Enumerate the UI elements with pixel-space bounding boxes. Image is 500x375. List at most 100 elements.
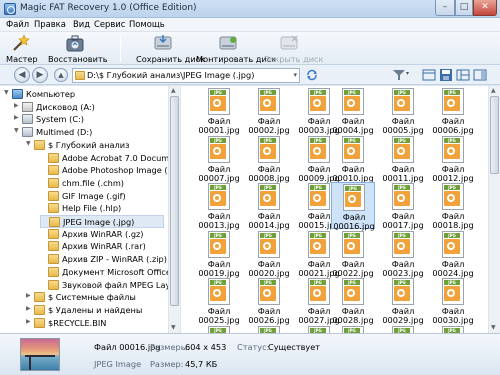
forward-button[interactable]: ▶ [32, 67, 48, 83]
file-item[interactable]: JPG [197, 325, 241, 333]
view-list-icon[interactable] [422, 68, 436, 82]
file-item[interactable]: JPG Файл 00006.jpg [431, 87, 475, 135]
file-item[interactable]: JPG Файл 00028.jpg [331, 277, 375, 325]
tree-item[interactable]: Архив WinRAR (.gz) [40, 228, 164, 241]
file-item[interactable]: JPG Файл 00029.jpg [381, 277, 425, 325]
menu-service[interactable]: Сервис [94, 19, 125, 29]
wizard-button[interactable]: Мастер [4, 34, 38, 64]
file-item[interactable]: JPG Файл 00001.jpg [197, 87, 241, 135]
tree-item[interactable]: Документ Microsoft Office Wo [40, 266, 179, 279]
restore-button[interactable]: Восстановить [46, 34, 108, 64]
file-item[interactable]: JPG Файл 00014.jpg [247, 182, 291, 230]
tree-item[interactable]: chm.file (.chm) [40, 177, 164, 190]
wizard-label: Мастер [6, 54, 38, 64]
menu-file[interactable]: Файл [6, 19, 29, 29]
file-grid: JPG Файл 00001.jpg JPG Файл 00002.jpg JPG Файл 0… [181, 86, 488, 333]
folder-icon [34, 139, 45, 150]
file-item[interactable]: JPG Файл 00022.jpg [331, 230, 375, 277]
file-name: Файл 00026.jpg [248, 306, 290, 325]
up-button[interactable]: ▲ [54, 68, 68, 82]
back-button[interactable]: ◀ [14, 67, 30, 83]
expand-icon[interactable]: ▶ [14, 102, 19, 109]
file-item[interactable]: JPG Файл 00007.jpg [197, 135, 241, 182]
file-item[interactable]: JPG Файл 00023.jpg [381, 230, 425, 277]
file-item[interactable]: JPG Файл 00016.jpg [331, 182, 375, 231]
tree-item[interactable]: Help File (.hlp) [40, 202, 164, 215]
file-item[interactable]: JPG [247, 325, 291, 333]
toolbar: Мастер Восстановить Сохранить диск Монти… [0, 32, 500, 65]
tree-item[interactable]: ▼ Multimed (D:) [14, 126, 164, 139]
close-button[interactable]: ✕ [473, 0, 497, 16]
file-item[interactable]: JPG Файл 00024.jpg [431, 230, 475, 277]
expand-icon[interactable]: ▶ [14, 114, 19, 121]
chevron-down-icon[interactable]: ▾ [406, 70, 409, 77]
collapse-icon[interactable]: ▼ [14, 127, 19, 134]
file-item[interactable]: JPG Файл 00030.jpg [431, 277, 475, 325]
tree-item-label: Компьютер [26, 89, 76, 99]
folder-icon [48, 177, 59, 188]
file-item[interactable]: JPG [331, 325, 375, 333]
file-name: Файл 00017.jpg [382, 211, 424, 230]
tree-item[interactable]: Adobe Photoshop Image (.psd) [40, 164, 179, 177]
file-item[interactable]: JPG Файл 00012.jpg [431, 135, 475, 182]
file-item[interactable]: JPG Файл 00026.jpg [247, 277, 291, 325]
file-item[interactable]: JPG Файл 00013.jpg [197, 182, 241, 230]
menu-view[interactable]: Вид [73, 19, 90, 29]
tree-item[interactable]: ▶ $RECYCLE.BIN [26, 317, 164, 330]
collapse-icon[interactable]: ▼ [26, 140, 31, 147]
menu-edit[interactable]: Правка [34, 19, 66, 29]
file-item[interactable]: JPG Файл 00020.jpg [247, 230, 291, 277]
save-disk-button[interactable]: Сохранить диск [136, 34, 205, 64]
save-icon[interactable] [439, 68, 453, 82]
close-disk-button[interactable]: Закрыть диск [264, 34, 324, 64]
tree-item[interactable]: ▼ Компьютер [4, 88, 164, 101]
tree-item[interactable]: Архив WinRAR (.rar) [40, 240, 164, 253]
file-item[interactable]: JPG Файл 00002.jpg [247, 87, 291, 135]
tree-item[interactable]: JPEG Image (.jpg) [40, 215, 164, 228]
expand-icon[interactable]: ▶ [26, 305, 31, 312]
file-scrollbar[interactable]: ▲ ▼ [488, 86, 500, 333]
file-item[interactable]: JPG [381, 325, 425, 333]
file-item[interactable]: JPG [431, 325, 475, 333]
scroll-up-icon[interactable]: ▲ [171, 87, 176, 94]
tree-item[interactable]: ▶ $ Удалены и найдены [26, 304, 164, 317]
address-input[interactable]: D:\$ Глубокий анализ\JPEG Image (.jpg) ▾ [72, 68, 300, 83]
tree-item[interactable]: ▶ $ Системные файлы [26, 291, 164, 304]
expand-icon[interactable]: ▶ [26, 318, 31, 325]
refresh-icon[interactable] [305, 68, 319, 82]
scroll-down-icon[interactable]: ▼ [491, 324, 496, 331]
maximize-button[interactable]: □ [455, 0, 473, 16]
tree-item[interactable]: ▼ $ Глубокий анализ [26, 139, 164, 152]
tree-item[interactable]: Звуковой файл MPEG Layer-3 [40, 279, 179, 292]
file-item[interactable]: JPG Файл 00018.jpg [431, 182, 475, 230]
tree-item[interactable]: ▶ Дисковод (A:) [14, 101, 164, 114]
file-scroll-thumb[interactable] [490, 96, 499, 174]
file-item[interactable]: JPG Файл 00011.jpg [381, 135, 425, 182]
tree-scroll-thumb[interactable] [170, 96, 179, 306]
minimize-button[interactable]: – [435, 0, 455, 16]
chevron-down-icon[interactable]: ▾ [293, 69, 297, 82]
file-item[interactable]: JPG Файл 00017.jpg [381, 182, 425, 230]
layout-icon[interactable] [456, 68, 470, 82]
jpg-file-icon: JPG [208, 325, 230, 333]
preview-icon[interactable] [473, 68, 487, 82]
expand-icon[interactable]: ▶ [26, 292, 31, 299]
menu-help[interactable]: Помощь [129, 19, 165, 29]
collapse-icon[interactable]: ▼ [4, 89, 9, 96]
file-item[interactable]: JPG Файл 00005.jpg [381, 87, 425, 135]
file-item[interactable]: JPG Файл 00004.jpg [331, 87, 375, 135]
scroll-down-icon[interactable]: ▼ [171, 324, 176, 331]
scroll-up-icon[interactable]: ▲ [491, 87, 496, 94]
tree-scrollbar[interactable]: ▲ ▼ [168, 86, 180, 333]
file-item[interactable]: JPG Файл 00025.jpg [197, 277, 241, 325]
tree-item[interactable]: Архив ZIP - WinRAR (.zip) [40, 253, 167, 266]
file-item[interactable]: JPG Файл 00008.jpg [247, 135, 291, 182]
tree-item-label: Adobe Acrobat 7.0 Document ( [62, 152, 180, 163]
tree-item[interactable]: ▶ System (C:) [14, 113, 164, 126]
tree-item[interactable]: Adobe Acrobat 7.0 Document ( [40, 152, 179, 165]
filter-icon[interactable] [392, 68, 406, 82]
mount-disk-button[interactable]: Монтировать диск [196, 34, 276, 64]
file-item[interactable]: JPG Файл 00019.jpg [197, 230, 241, 277]
tree-item[interactable]: GIF Image (.gif) [40, 190, 164, 203]
file-item[interactable]: JPG Файл 00010.jpg [331, 135, 375, 182]
